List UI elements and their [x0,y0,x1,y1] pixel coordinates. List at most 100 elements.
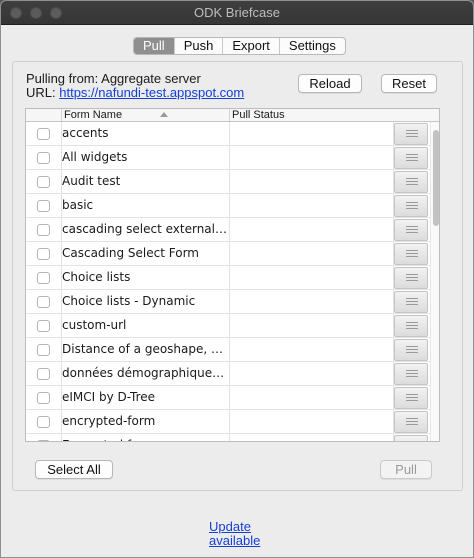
select-all-button[interactable]: Select All [35,460,113,479]
header-form-name[interactable]: Form Name [62,109,230,121]
details-button[interactable] [394,171,428,193]
details-button[interactable] [394,411,428,433]
details-list-icon [406,418,418,427]
pull-status-cell [230,386,394,409]
row-checkbox[interactable] [37,272,50,284]
row-checkbox[interactable] [37,440,50,441]
form-name-cell: cascading select external items... [62,218,230,241]
sort-ascending-icon [160,112,168,117]
table-row[interactable]: encrypted-form [26,410,430,434]
scrollbar-thumb[interactable] [433,130,439,226]
form-name-cell: Distance of a geoshape, geotra... [62,338,230,361]
row-checkbox[interactable] [37,296,50,308]
update-available-link[interactable]: Update available [209,520,260,548]
row-checkbox[interactable] [37,248,50,260]
header-pull-status[interactable]: Pull Status [230,109,394,121]
details-button[interactable] [394,387,428,409]
pull-status-cell [230,194,394,217]
details-list-icon [406,346,418,355]
tab-export[interactable]: Export [222,38,279,54]
reload-button[interactable]: Reload [298,74,362,93]
details-list-icon [406,274,418,283]
form-name-cell: All widgets [62,146,230,169]
details-list-icon [406,250,418,259]
details-button[interactable] [394,195,428,217]
row-select-cell [26,122,62,145]
tab-pull[interactable]: Pull [134,38,174,54]
details-list-icon [406,154,418,163]
pull-status-cell [230,434,394,441]
window-title: ODK Briefcase [194,5,280,20]
row-checkbox[interactable] [37,176,50,188]
form-name-cell: Encrypted form [62,434,230,441]
details-button[interactable] [394,147,428,169]
table-row[interactable]: Cascading Select Form [26,242,430,266]
update-link-line2: available [209,533,261,548]
details-list-icon [406,226,418,235]
table-row[interactable]: accents [26,122,430,146]
row-checkbox[interactable] [37,224,50,236]
details-list-icon [406,394,418,403]
details-button[interactable] [394,315,428,337]
table-row[interactable]: Audit test [26,170,430,194]
row-select-cell [26,386,62,409]
table-row[interactable]: Choice lists [26,266,430,290]
pull-status-cell [230,338,394,361]
details-list-icon [406,130,418,139]
form-name-cell: custom-url [62,314,230,337]
details-button[interactable] [394,363,428,385]
details-button[interactable] [394,339,428,361]
tab-bar: Pull Push Export Settings [133,37,346,55]
pull-panel: Pulling from: Aggregate server URL: http… [12,61,463,491]
row-checkbox[interactable] [37,200,50,212]
pull-button[interactable]: Pull [380,460,432,479]
row-checkbox[interactable] [37,320,50,332]
row-checkbox[interactable] [37,128,50,140]
title-bar: ODK Briefcase [1,1,473,25]
form-name-cell: accents [62,122,230,145]
row-checkbox[interactable] [37,416,50,428]
table-row[interactable]: données démographiques to2 [26,362,430,386]
details-button[interactable] [394,435,428,441]
details-button[interactable] [394,291,428,313]
pull-status-cell [230,218,394,241]
row-checkbox[interactable] [37,392,50,404]
row-checkbox[interactable] [37,152,50,164]
row-select-cell [26,170,62,193]
update-link-line1: Update [209,519,251,534]
pull-status-cell [230,314,394,337]
details-list-icon [406,202,418,211]
table-row[interactable]: cascading select external items... [26,218,430,242]
reset-button[interactable]: Reset [381,74,437,93]
form-name-cell: encrypted-form [62,410,230,433]
row-checkbox[interactable] [37,368,50,380]
row-select-cell [26,434,62,441]
server-url-link[interactable]: https://nafundi-test.appspot.com [59,85,244,100]
details-button[interactable] [394,243,428,265]
table-row[interactable]: Distance of a geoshape, geotra... [26,338,430,362]
details-button[interactable] [394,219,428,241]
pull-status-cell [230,122,394,145]
row-select-cell [26,410,62,433]
table-row[interactable]: All widgets [26,146,430,170]
table-row[interactable]: eIMCI by D-Tree [26,386,430,410]
details-button[interactable] [394,267,428,289]
table-scrollbar[interactable] [430,122,439,441]
details-list-icon [406,178,418,187]
row-select-cell [26,242,62,265]
row-checkbox[interactable] [37,344,50,356]
briefcase-window: ODK Briefcase Pull Push Export Settings … [0,0,474,558]
table-row[interactable]: Encrypted form [26,434,430,441]
details-button[interactable] [394,123,428,145]
table-row[interactable]: basic [26,194,430,218]
header-select-column[interactable] [26,109,62,121]
tab-settings[interactable]: Settings [278,38,345,54]
table-row[interactable]: Choice lists - Dynamic [26,290,430,314]
source-label: Pulling from: Aggregate server [26,71,201,86]
pull-status-cell [230,146,394,169]
form-name-cell: basic [62,194,230,217]
form-name-cell: Audit test [62,170,230,193]
table-row[interactable]: custom-url [26,314,430,338]
form-name-cell: eIMCI by D-Tree [62,386,230,409]
tab-push[interactable]: Push [173,38,223,54]
